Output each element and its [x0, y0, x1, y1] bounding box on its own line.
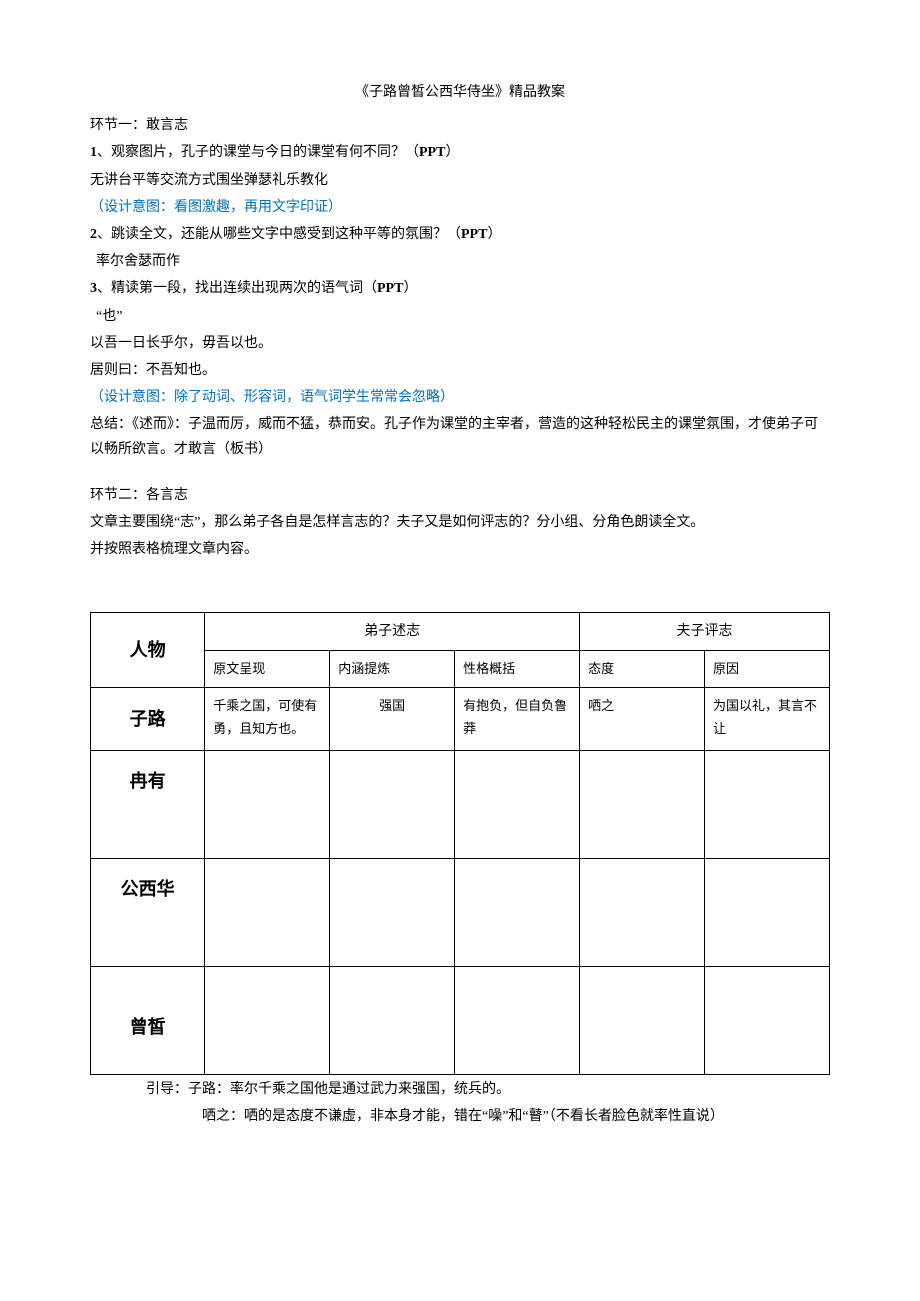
doc-title: 《子路曾皙公西华侍坐》精品教案 — [90, 80, 830, 105]
item-3-sub3: 居则曰：不吾知也。 — [90, 358, 830, 383]
col-header-disciple: 弟子述志 — [205, 613, 580, 651]
cell: 强国 — [330, 687, 455, 750]
cell — [580, 750, 705, 858]
cell — [705, 858, 830, 966]
col-header-master: 夫子评志 — [580, 613, 830, 651]
cell — [205, 750, 330, 858]
cell — [705, 966, 830, 1074]
item-2-close: ） — [487, 227, 501, 242]
item-1: 1、观察图片，孔子的课堂与今日的课堂有何不同？（PPT） — [90, 140, 830, 165]
section-1-summary: 总结：《述而》：子温而厉，威而不猛，恭而安。孔子作为课堂的主宰者，营造的这种轻松… — [90, 412, 830, 462]
item-3-sub1: “也” — [96, 304, 830, 329]
item-3-ppt: PPT — [377, 281, 403, 296]
section-2-heading: 环节二：各言志 — [90, 483, 830, 508]
subhead-original: 原文呈现 — [205, 651, 330, 687]
cell: 哂之 — [580, 687, 705, 750]
section-1: 环节一：敢言志 1、观察图片，孔子的课堂与今日的课堂有何不同？（PPT） 无讲台… — [90, 113, 830, 462]
item-1-design: （设计意图：看图激趣，再用文字印证） — [90, 195, 830, 220]
table-row: 曾皙 — [91, 966, 830, 1074]
item-3-close: ） — [403, 281, 417, 296]
footer-line-2: 哂之：哂的是态度不谦虚，非本身才能，错在“噪”和“瞽”（不看长者脸色就率性直说） — [202, 1104, 830, 1129]
content-table: 人物 弟子述志 夫子评志 原文呈现 内涵提炼 性格概括 态度 原因 子路 千乘之… — [90, 612, 830, 1075]
row-name-zengxi: 曾皙 — [91, 966, 205, 1074]
section-2: 环节二：各言志 文章主要围绕“志”，那么弟子各自是怎样言志的？夫子又是如何评志的… — [90, 483, 830, 563]
item-1-text: 、观察图片，孔子的课堂与今日的课堂有何不同？（ — [97, 145, 419, 160]
cell — [455, 966, 580, 1074]
cell: 为国以礼，其言不让 — [705, 687, 830, 750]
item-2-sub: 率尔舍瑟而作 — [96, 249, 830, 274]
item-1-ppt: PPT — [419, 145, 445, 160]
cell — [330, 750, 455, 858]
subhead-reason: 原因 — [705, 651, 830, 687]
item-1-num: 1 — [90, 145, 97, 160]
table-row: 冉有 — [91, 750, 830, 858]
item-3-sub2: 以吾一日长乎尔，毋吾以也。 — [90, 331, 830, 356]
subhead-attitude: 态度 — [580, 651, 705, 687]
cell: 千乘之国，可使有勇，且知方也。 — [205, 687, 330, 750]
item-1-close: ） — [445, 145, 459, 160]
col-header-person: 人物 — [91, 613, 205, 688]
item-3-design: （设计意图：除了动词、形容词，语气词学生常常会忽略） — [90, 385, 830, 410]
cell — [455, 858, 580, 966]
table-row: 公西华 — [91, 858, 830, 966]
cell — [330, 858, 455, 966]
subhead-character: 性格概括 — [455, 651, 580, 687]
row-name-ranyou: 冉有 — [91, 750, 205, 858]
cell — [330, 966, 455, 1074]
cell — [205, 966, 330, 1074]
table-row: 子路 千乘之国，可使有勇，且知方也。 强国 有抱负，但自负鲁莽 哂之 为国以礼，… — [91, 687, 830, 750]
table-header-row-1: 人物 弟子述志 夫子评志 — [91, 613, 830, 651]
item-2-num: 2 — [90, 227, 97, 242]
item-3: 3、精读第一段，找出连续出现两次的语气词（PPT） — [90, 276, 830, 301]
item-2-text: 、跳读全文，还能从哪些文字中感受到这种平等的氛围？（ — [97, 227, 461, 242]
cell — [580, 966, 705, 1074]
item-3-num: 3 — [90, 281, 97, 296]
section-2-intro2: 并按照表格梳理文章内容。 — [90, 537, 830, 562]
cell — [455, 750, 580, 858]
cell — [705, 750, 830, 858]
subhead-meaning: 内涵提炼 — [330, 651, 455, 687]
cell — [580, 858, 705, 966]
item-1-sub: 无讲台平等交流方式围坐弹瑟礼乐教化 — [90, 168, 830, 193]
cell: 有抱负，但自负鲁莽 — [455, 687, 580, 750]
section-2-intro1: 文章主要围绕“志”，那么弟子各自是怎样言志的？夫子又是如何评志的？分小组、分角色… — [90, 510, 830, 535]
footer-line-1: 引导：子路：率尔千乘之国他是通过武力来强国，统兵的。 — [146, 1077, 830, 1102]
row-name-zilu: 子路 — [91, 687, 205, 750]
item-3-text: 、精读第一段，找出连续出现两次的语气词（ — [97, 281, 377, 296]
cell — [205, 858, 330, 966]
section-1-heading: 环节一：敢言志 — [90, 113, 830, 138]
item-2-ppt: PPT — [461, 227, 487, 242]
item-2: 2、跳读全文，还能从哪些文字中感受到这种平等的氛围？（PPT） — [90, 222, 830, 247]
row-name-gongxihua: 公西华 — [91, 858, 205, 966]
